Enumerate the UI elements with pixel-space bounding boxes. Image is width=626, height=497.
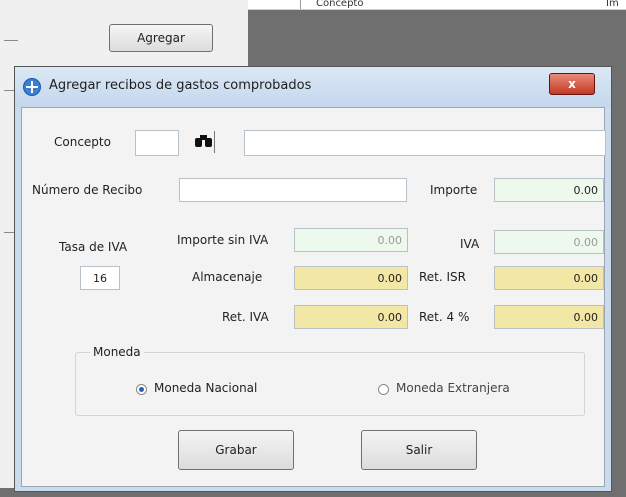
iva-label: IVA xyxy=(460,237,480,251)
grid-header-concepto: Concepto xyxy=(316,0,364,9)
background-divider xyxy=(4,40,18,41)
concepto-code-input[interactable] xyxy=(135,130,179,156)
importe-input[interactable]: 0.00 xyxy=(494,178,604,202)
agregar-recibos-dialog: Agregar recibos de gastos comprobados x … xyxy=(14,66,612,492)
concepto-label: Concepto xyxy=(54,135,111,149)
grid-header-divider xyxy=(300,0,301,9)
ret-4-label: Ret. 4 % xyxy=(419,310,470,324)
background-grid-header xyxy=(248,0,626,10)
tasa-iva-label: Tasa de IVA xyxy=(59,240,128,254)
importe-sin-iva-input[interactable]: 0.00 xyxy=(294,228,408,252)
almacenaje-input[interactable]: 0.00 xyxy=(294,266,408,290)
moneda-nacional-radio[interactable] xyxy=(136,384,147,395)
close-button[interactable]: x xyxy=(549,73,595,95)
importe-sin-iva-label: Importe sin IVA xyxy=(177,233,269,247)
moneda-label: Moneda xyxy=(90,345,144,359)
moneda-extranjera-radio[interactable] xyxy=(378,384,389,395)
background-right-edge xyxy=(612,80,626,497)
ret-isr-label: Ret. ISR xyxy=(419,270,467,284)
tasa-iva-input[interactable]: 16 xyxy=(80,266,120,290)
importe-label: Importe xyxy=(430,183,478,197)
numero-recibo-label: Número de Recibo xyxy=(32,183,143,197)
iva-input[interactable]: 0.00 xyxy=(494,230,604,254)
ret-iva-label: Ret. IVA xyxy=(222,310,269,324)
add-icon xyxy=(23,78,41,96)
concepto-description-input[interactable] xyxy=(244,130,606,156)
binoculars-icon[interactable] xyxy=(194,131,215,153)
close-icon: x xyxy=(568,77,576,91)
ret-isr-input[interactable]: 0.00 xyxy=(494,266,604,290)
moneda-extranjera-label[interactable]: Moneda Extranjera xyxy=(396,381,510,395)
dialog-title: Agregar recibos de gastos comprobados xyxy=(49,78,312,93)
ret-iva-input[interactable]: 0.00 xyxy=(294,305,408,329)
grid-header-importe: Im xyxy=(606,0,619,9)
ret-4-input[interactable]: 0.00 xyxy=(494,305,604,329)
salir-button[interactable]: Salir xyxy=(361,430,477,470)
dialog-titlebar[interactable]: Agregar recibos de gastos comprobados x xyxy=(15,67,611,107)
agregar-button[interactable]: Agregar xyxy=(109,24,213,52)
dialog-client-area: Concepto Número de Recibo Importe 0.00 T… xyxy=(21,107,606,487)
grabar-button[interactable]: Grabar xyxy=(178,430,294,470)
almacenaje-label: Almacenaje xyxy=(192,270,263,284)
numero-recibo-input[interactable] xyxy=(179,178,407,202)
moneda-nacional-label[interactable]: Moneda Nacional xyxy=(154,381,257,395)
